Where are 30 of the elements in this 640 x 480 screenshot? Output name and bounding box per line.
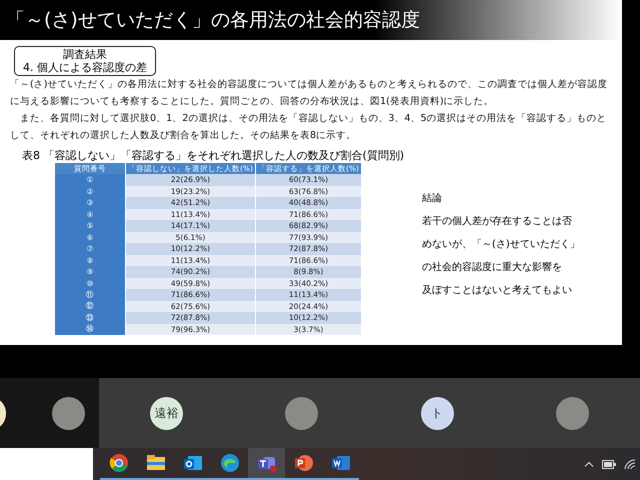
paragraph: また、各質問に対して選択肢0、1、2の選択は、その用法を「容認しない」もの、3、4、5の選択はその用法を「容認する」ものとして、それぞれの選択した人数及び割合を算出した。その結果を表8に示す。 [10,112,608,143]
photo-placeholder [285,396,318,430]
participant-tile[interactable] [504,378,640,448]
participant-tile[interactable] [0,378,99,448]
mail-icon [182,453,202,473]
slide-title: 「～(さ)せていただく」の各用法の社会的容認度 [6,8,420,33]
search-field[interactable] [0,448,93,480]
conclusion-text: の社会的容認度に重大な影響を [422,260,563,274]
folder-icon [146,453,166,473]
conclusion-text: めないが、「～(さ)せていただく」 [422,238,580,251]
document-icon [330,453,350,473]
conclusion-heading: 結論 [422,192,443,205]
photo-placeholder [556,396,589,430]
presentation-icon [294,453,314,473]
avatar-initials: 遠裕 [150,396,184,430]
participant-tile[interactable]: 遠裕 [99,378,234,448]
section-label: 4. 個人による容認度の差 [23,61,147,74]
wifi-icon[interactable] [624,459,636,469]
chrome-icon [108,453,128,473]
paragraph: 「～(さ)せていただく」の各用法に対する社会的容認度については個人差があるものと考えられるので、この調査では個人差が容認度に与える影響についても考察することにした。質問ごとの、回答の分布状況は、図1(発表用資料)に示した。 [10,78,608,109]
avatar-initials: ト [420,396,454,430]
conclusion-text: 若干の個人差が存在することは否 [422,214,573,228]
table-caption: 表8 「容認しない」「容認する」をそれぞれ選択した人の数及び割合(質問別) [22,148,406,163]
browser-icon [220,453,240,473]
section-label: 調査結果 [63,48,107,61]
conclusion-text: 及ぼすことはないと考えてもよい [422,284,573,297]
battery-icon[interactable] [602,460,616,468]
photo-placeholder [52,396,85,430]
chevron-up-icon[interactable] [584,461,594,467]
participant-tile[interactable]: ト [370,378,505,448]
